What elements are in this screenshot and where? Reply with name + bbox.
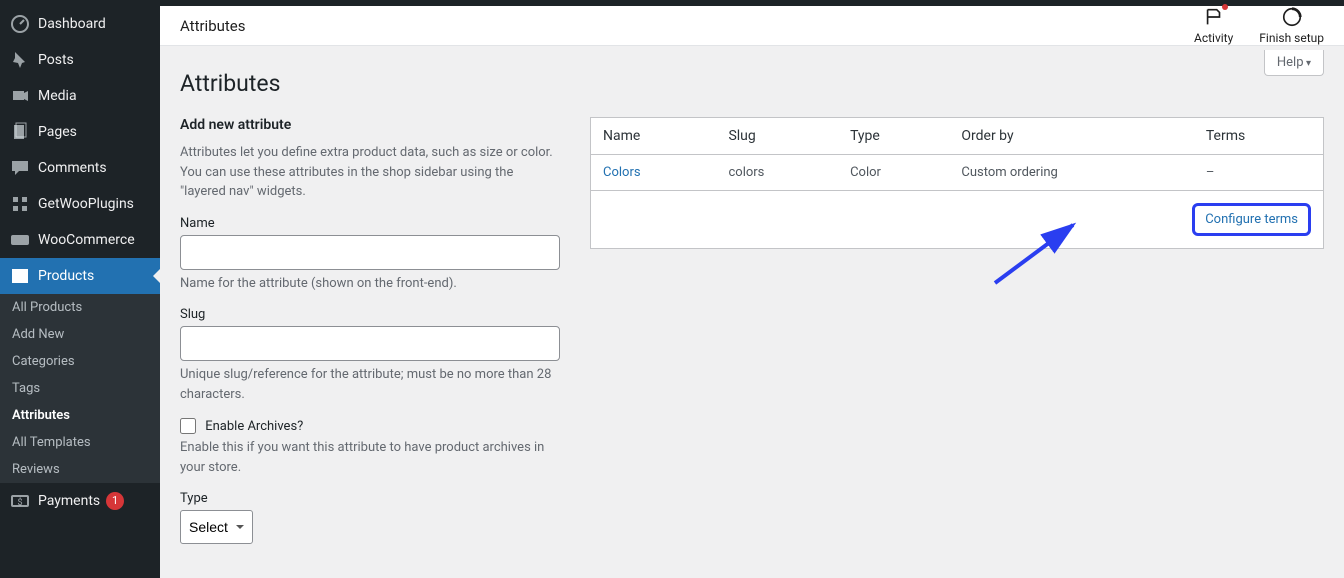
admin-sidebar: Dashboard Posts Media Pages Comments Get…	[0, 6, 160, 578]
media-icon	[10, 86, 30, 106]
field-type: Type Select	[180, 491, 560, 544]
sidebar-label: Comments	[38, 160, 107, 176]
sidebar-item-woocommerce[interactable]: WooCommerce	[0, 222, 160, 258]
col-slug: Slug	[716, 118, 838, 155]
field-slug: Slug Unique slug/reference for the attri…	[180, 307, 560, 404]
comment-icon	[10, 158, 30, 178]
configure-terms-link[interactable]: Configure terms	[1205, 212, 1298, 227]
activity-icon	[1203, 6, 1225, 31]
two-column-layout: Add new attribute Attributes let you def…	[180, 117, 1324, 558]
main-area: Attributes Activity Finish setup Help At…	[160, 6, 1344, 578]
svg-text:$: $	[17, 497, 22, 508]
sidebar-label: WooCommerce	[38, 232, 135, 248]
sidebar-label: GetWooPlugins	[38, 196, 134, 212]
progress-icon	[1281, 6, 1303, 31]
cell-terms: –	[1194, 155, 1324, 191]
submenu-attributes[interactable]: Attributes	[0, 402, 160, 429]
add-attribute-form: Add new attribute Attributes let you def…	[180, 117, 560, 558]
sidebar-item-payments[interactable]: $ Payments 1	[0, 483, 160, 519]
add-heading: Add new attribute	[180, 117, 560, 133]
table-header-row: Name Slug Type Order by Terms	[591, 118, 1324, 155]
sidebar-label: Media	[38, 88, 77, 104]
sidebar-item-pages[interactable]: Pages	[0, 114, 160, 150]
payments-icon: $	[10, 491, 30, 511]
name-desc: Name for the attribute (shown on the fro…	[180, 274, 560, 294]
attribute-name-link[interactable]: Colors	[603, 165, 641, 180]
activity-label: Activity	[1194, 31, 1233, 45]
cell-slug: colors	[716, 155, 838, 191]
sidebar-item-products[interactable]: Products	[0, 258, 160, 294]
slug-desc: Unique slug/reference for the attribute;…	[180, 365, 560, 404]
page-title: Attributes	[180, 70, 1324, 97]
cell-type: Color	[838, 155, 949, 191]
slug-label: Slug	[180, 307, 560, 322]
archives-checkbox[interactable]	[180, 418, 196, 434]
activity-button[interactable]: Activity	[1194, 6, 1233, 45]
badge-count: 1	[106, 492, 124, 510]
name-input[interactable]	[180, 235, 560, 270]
cell-order: Custom ordering	[949, 155, 1194, 191]
submenu-add-new[interactable]: Add New	[0, 321, 160, 348]
sidebar-item-comments[interactable]: Comments	[0, 150, 160, 186]
submenu-all-templates[interactable]: All Templates	[0, 429, 160, 456]
sidebar-label: Products	[38, 268, 94, 284]
submenu-categories[interactable]: Categories	[0, 348, 160, 375]
sidebar-item-media[interactable]: Media	[0, 78, 160, 114]
attributes-table: Name Slug Type Order by Terms Colors col…	[590, 117, 1324, 249]
configure-highlight: Configure terms	[1192, 203, 1311, 236]
help-tab[interactable]: Help	[1264, 50, 1324, 76]
table-row: Colors colors Color Custom ordering –	[591, 155, 1324, 191]
intro-text: Attributes let you define extra product …	[180, 143, 560, 202]
slug-input[interactable]	[180, 326, 560, 361]
submenu-reviews[interactable]: Reviews	[0, 456, 160, 483]
field-name: Name Name for the attribute (shown on th…	[180, 216, 560, 294]
products-icon	[10, 266, 30, 286]
configure-terms-cell: Configure terms	[591, 191, 1324, 249]
col-order: Order by	[949, 118, 1194, 155]
pages-icon	[10, 122, 30, 142]
products-submenu: All Products Add New Categories Tags Att…	[0, 294, 160, 483]
header-bar: Attributes Activity Finish setup	[160, 6, 1344, 46]
attributes-list: Name Slug Type Order by Terms Colors col…	[590, 117, 1324, 249]
sidebar-label: Dashboard	[38, 16, 106, 32]
woocommerce-icon	[10, 230, 30, 250]
sidebar-item-getwooplugins[interactable]: GetWooPlugins	[0, 186, 160, 222]
breadcrumb: Attributes	[180, 17, 246, 35]
dashboard-icon	[10, 14, 30, 34]
archives-desc: Enable this if you want this attribute t…	[180, 438, 560, 477]
col-terms: Terms	[1194, 118, 1324, 155]
pin-icon	[10, 50, 30, 70]
header-actions: Activity Finish setup	[1194, 6, 1324, 45]
finish-setup-button[interactable]: Finish setup	[1259, 6, 1324, 45]
type-label: Type	[180, 491, 560, 506]
field-archives: Enable Archives? Enable this if you want…	[180, 418, 560, 477]
content-area: Help Attributes Add new attribute Attrib…	[160, 46, 1344, 578]
sidebar-item-posts[interactable]: Posts	[0, 42, 160, 78]
type-select[interactable]: Select	[180, 510, 253, 544]
archives-label: Enable Archives?	[205, 419, 303, 434]
submenu-tags[interactable]: Tags	[0, 375, 160, 402]
sidebar-label: Posts	[38, 52, 74, 68]
sidebar-label: Payments	[38, 493, 100, 509]
finish-label: Finish setup	[1259, 31, 1324, 45]
col-name: Name	[591, 118, 717, 155]
plugin-icon	[10, 194, 30, 214]
app-layout: Dashboard Posts Media Pages Comments Get…	[0, 6, 1344, 578]
sidebar-item-dashboard[interactable]: Dashboard	[0, 6, 160, 42]
name-label: Name	[180, 216, 560, 231]
col-type: Type	[838, 118, 949, 155]
sidebar-label: Pages	[38, 124, 77, 140]
submenu-all-products[interactable]: All Products	[0, 294, 160, 321]
